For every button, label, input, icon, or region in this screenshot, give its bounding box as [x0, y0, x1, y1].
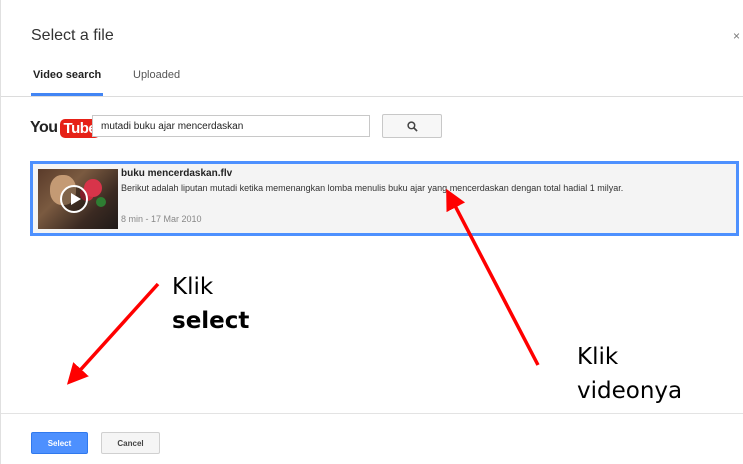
annotation-click-video-line2: videonya	[577, 378, 683, 404]
annotation-click-select-line1: Klik	[172, 274, 214, 300]
annotation-click-select: Klik select	[172, 270, 249, 338]
annotation-click-select-line2: select	[172, 308, 250, 334]
video-thumbnail[interactable]	[38, 169, 118, 229]
youtube-logo: You Tube	[30, 117, 101, 139]
annotation-click-video-line1: Klik	[577, 344, 619, 370]
play-icon[interactable]	[60, 185, 88, 213]
video-result-item[interactable]: buku mencerdaskan.flv Berikut adalah lip…	[30, 161, 739, 236]
cancel-button[interactable]: Cancel	[101, 432, 160, 454]
annotation-click-video: Klik videonya	[577, 340, 682, 408]
close-icon[interactable]: ×	[733, 29, 740, 43]
video-description: Berikut adalah liputan mutadi ketika mem…	[121, 183, 624, 193]
tab-uploaded[interactable]: Uploaded	[133, 69, 180, 96]
youtube-logo-you: You	[30, 119, 58, 136]
select-button[interactable]: Select	[31, 432, 88, 454]
dialog-footer: Select Cancel	[1, 413, 743, 464]
video-search-input[interactable]	[92, 115, 370, 137]
video-title[interactable]: buku mencerdaskan.flv	[121, 168, 232, 179]
tab-bar: Video search Uploaded	[1, 62, 743, 97]
dialog-title: Select a file	[31, 27, 114, 44]
search-button[interactable]	[382, 114, 442, 138]
video-meta: 8 min - 17 Mar 2010	[121, 214, 202, 224]
search-icon	[406, 120, 418, 132]
tab-video-search[interactable]: Video search	[30, 69, 104, 96]
